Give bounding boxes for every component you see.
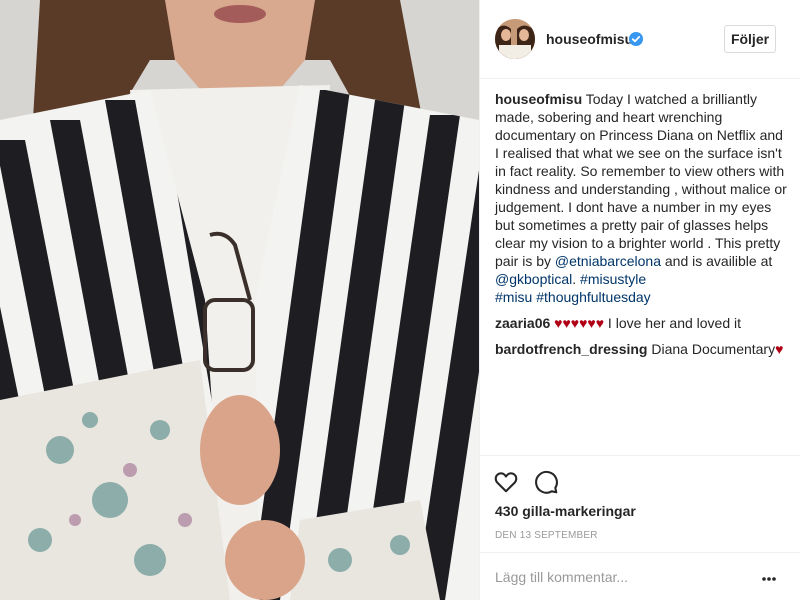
caption-text: Today I watched a brilliantly made, sobe… — [495, 91, 787, 269]
comment-author[interactable]: zaaria06 — [495, 315, 550, 331]
comment-text: Diana Documentary — [647, 341, 776, 357]
mention-link[interactable]: @etniabarcelona — [555, 253, 661, 269]
heart-outline-icon[interactable] — [493, 469, 519, 495]
post-photo[interactable] — [0, 0, 479, 600]
comment-item: bardotfrench_dressing Diana Documentary♥ — [495, 340, 787, 358]
comment-author[interactable]: bardotfrench_dressing — [495, 341, 647, 357]
follow-button[interactable]: Följer — [724, 25, 776, 53]
heart-emoji: ♥♥♥♥♥♥ — [554, 315, 605, 331]
comments-list: houseofmisu Today I watched a brilliantl… — [495, 90, 787, 366]
post-date: DEN 13 SEPTEMBER — [495, 530, 598, 541]
post-sidebar: houseofmisu Följer houseofmisu Today I w… — [479, 0, 800, 600]
speech-bubble-icon[interactable] — [533, 469, 559, 495]
caption-author[interactable]: houseofmisu — [495, 91, 582, 107]
hashtag-link[interactable]: #thoughfultuesday — [536, 289, 650, 305]
hashtag-link[interactable]: #misustyle — [580, 271, 646, 287]
likes-count[interactable]: 430 gilla-markeringar — [495, 503, 636, 519]
comment-item: zaaria06 ♥♥♥♥♥♥ I love her and loved it — [495, 314, 787, 332]
post-image — [0, 0, 479, 600]
avatar-image — [495, 19, 535, 59]
hashtag-link[interactable]: #misu — [495, 289, 532, 305]
mention-link[interactable]: @gkboptical — [495, 271, 572, 287]
username[interactable]: houseofmisu — [546, 31, 633, 47]
avatar[interactable] — [495, 19, 535, 59]
comment-text: I love her and loved it — [604, 315, 742, 331]
action-bar — [480, 455, 800, 507]
caption-text: . — [572, 271, 581, 287]
add-comment-bar — [480, 552, 800, 600]
caption: houseofmisu Today I watched a brilliantl… — [495, 90, 787, 306]
more-options-icon[interactable] — [761, 576, 777, 582]
post-header: houseofmisu Följer — [480, 0, 800, 79]
add-comment-input[interactable] — [495, 567, 735, 587]
verified-badge-icon — [629, 32, 643, 46]
heart-emoji: ♥ — [775, 341, 784, 357]
caption-text: and is availible at — [660, 253, 773, 269]
